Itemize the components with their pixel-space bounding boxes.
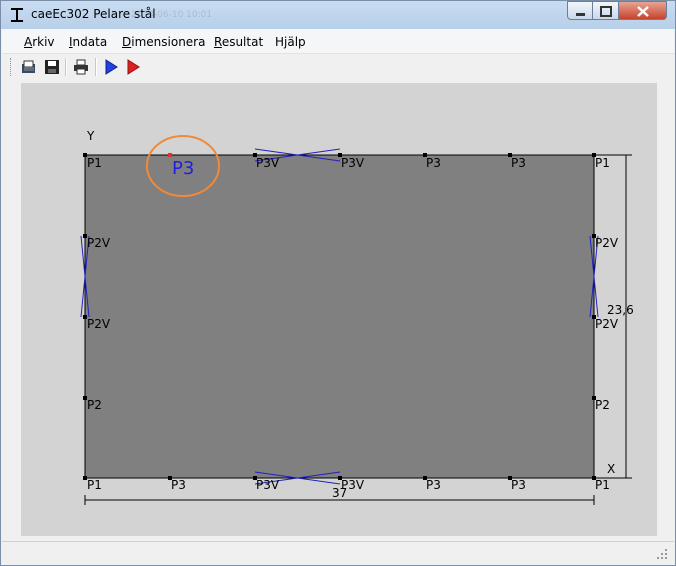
toolbar-separator	[95, 58, 97, 76]
menu-arkiv-mnemonic: A	[24, 35, 33, 49]
open-icon[interactable]	[20, 58, 38, 76]
save-icon[interactable]	[43, 58, 61, 76]
menu-hjalp-label: Hjälp	[275, 35, 306, 49]
node-label: P3	[426, 156, 441, 170]
node-label: P2	[87, 398, 102, 412]
node-label: P1	[595, 156, 610, 170]
menu-dimensionera-label: imensionera	[131, 35, 206, 49]
toolbar-separator	[65, 58, 67, 76]
maximize-button[interactable]	[592, 1, 619, 20]
node-label: P3	[511, 478, 526, 492]
main-window: caeEc302 Pelare stål 2013-06-10 10:01 Ar…	[0, 0, 676, 566]
close-icon	[637, 6, 649, 17]
height-dimension-value: 23,6	[607, 303, 634, 317]
node-label: P3V	[341, 156, 365, 170]
node-label: P2V	[595, 317, 619, 331]
menu-indata-label: ndata	[72, 35, 108, 49]
node-label: P1	[87, 478, 102, 492]
toolbar	[2, 54, 674, 80]
width-dimension-value: 37	[332, 486, 347, 500]
red-arrow-icon[interactable]	[124, 58, 142, 76]
menu-arkiv[interactable]: Arkiv	[24, 35, 55, 49]
app-icon	[11, 8, 23, 22]
print-icon[interactable]	[72, 58, 90, 76]
column-section-drawing[interactable]: Y X P1 P3V P3V P3 P3 P1 P1 P3 P3V P3V P3…	[21, 83, 657, 536]
menu-bar: Arkiv Indata Dimensionera Resultat Hjälp	[2, 29, 674, 54]
node-label: P3	[426, 478, 441, 492]
menu-hjalp[interactable]: Hjälp	[275, 35, 306, 49]
minimize-button[interactable]	[567, 1, 593, 20]
selected-node-marker[interactable]	[168, 153, 172, 157]
node-label: P2	[595, 398, 610, 412]
node-label: P3V	[256, 478, 280, 492]
window-title-background-text: 2013-06-10 10:01	[131, 10, 213, 20]
menu-resultat-label: esultat	[221, 35, 264, 49]
minimize-icon	[576, 13, 585, 16]
toolbar-grip[interactable]	[10, 58, 13, 76]
drawing-area[interactable]: Y X P1 P3V P3V P3 P3 P1 P1 P3 P3V P3V P3…	[21, 83, 657, 536]
menu-indata[interactable]: Indata	[69, 35, 107, 49]
node-label: P2V	[87, 236, 111, 250]
node-label: P2V	[595, 236, 619, 250]
menu-resultat-mnemonic: R	[214, 35, 222, 49]
steel-plate	[84, 154, 595, 479]
maximize-icon	[600, 6, 612, 17]
node-label: P3	[511, 156, 526, 170]
menu-dimensionera[interactable]: Dimensionera	[122, 35, 205, 49]
menu-dimensionera-mnemonic: D	[122, 35, 132, 49]
highlighted-node-label: P3	[172, 158, 194, 179]
resize-grip-icon[interactable]	[656, 548, 668, 560]
close-button[interactable]	[618, 1, 667, 20]
menu-resultat[interactable]: Resultat	[214, 35, 263, 49]
node-label: P3	[171, 478, 186, 492]
axis-x-label: X	[607, 462, 615, 476]
node-label: P3V	[256, 156, 280, 170]
title-bar[interactable]: caeEc302 Pelare stål 2013-06-10 10:01	[1, 1, 675, 29]
node-label: P1	[595, 478, 610, 492]
node-label: P2V	[87, 317, 111, 331]
status-bar	[2, 541, 674, 564]
axis-y-label: Y	[86, 129, 95, 143]
blue-arrow-icon[interactable]	[102, 58, 120, 76]
node-label: P1	[87, 156, 102, 170]
menu-arkiv-label: rkiv	[32, 35, 55, 49]
